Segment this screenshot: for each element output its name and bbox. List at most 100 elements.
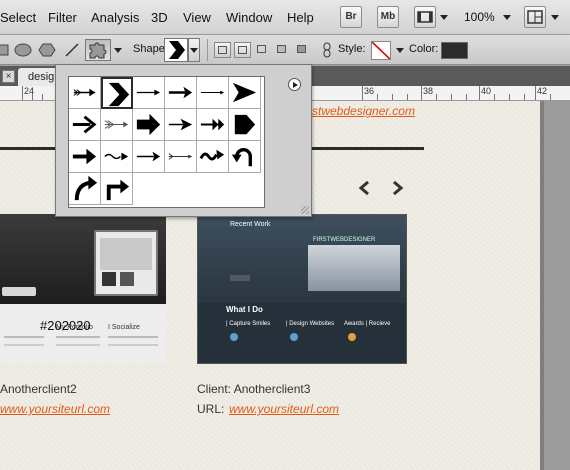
- add-to-shape-button[interactable]: [234, 42, 251, 58]
- stray-text: #202020: [40, 318, 91, 333]
- view-extras-chevron-icon[interactable]: [440, 15, 448, 20]
- intersect-shape-button[interactable]: [274, 42, 291, 58]
- shape-cell[interactable]: [101, 173, 133, 205]
- shape-cell[interactable]: [229, 77, 261, 109]
- polygon-tool-icon[interactable]: [38, 42, 56, 58]
- menu-analysis[interactable]: Analysis: [91, 10, 139, 25]
- text-line: [4, 344, 44, 346]
- shape-cell[interactable]: [69, 141, 101, 173]
- shape-cell[interactable]: [197, 77, 229, 109]
- shape-cell[interactable]: [165, 141, 197, 173]
- client-label: Client: Anotherclient3: [197, 382, 310, 396]
- text-line: [108, 344, 158, 346]
- menu-select[interactable]: Select: [0, 10, 36, 25]
- shape-cell[interactable]: [133, 77, 165, 109]
- shape-cell[interactable]: [197, 109, 229, 141]
- thumb-logo: FIRSTWEBDESIGNER: [313, 237, 376, 243]
- ruler-tick: [550, 94, 551, 100]
- arrow-curve-left-icon: [74, 175, 98, 201]
- mini-bridge-button[interactable]: Mb: [377, 6, 399, 28]
- client-url-link[interactable]: www.yoursiteurl.com: [0, 402, 110, 416]
- shape-cell[interactable]: [69, 109, 101, 141]
- close-tab-icon[interactable]: ×: [2, 70, 15, 83]
- tool-chevron-icon[interactable]: [114, 48, 122, 53]
- next-arrow-icon[interactable]: [390, 180, 406, 196]
- thumb-subheading: What I Do: [226, 305, 263, 314]
- square-icon: [218, 46, 227, 54]
- shape-cell[interactable]: [101, 109, 133, 141]
- style-label: Style:: [338, 43, 366, 55]
- shape-cell[interactable]: [101, 141, 133, 173]
- link-icon[interactable]: [322, 42, 332, 58]
- ellipse-tool-icon[interactable]: [14, 42, 32, 58]
- arrow-pentagon-icon: [234, 114, 256, 135]
- portfolio-thumbnail-2[interactable]: Recent Work FIRSTWEBDESIGNER What I Do |…: [197, 214, 407, 364]
- bridge-label: Br: [345, 11, 357, 22]
- ruler-tick: [407, 94, 408, 100]
- exclude-shape-button[interactable]: [294, 42, 311, 58]
- options-bar: Shape: Style: Color:: [0, 35, 570, 65]
- line-tool-icon[interactable]: [64, 42, 80, 58]
- section-divider: [312, 147, 424, 150]
- style-swatch[interactable]: [371, 41, 391, 60]
- site-url-link[interactable]: stwebdesigner.com: [312, 104, 415, 118]
- menu-view[interactable]: View: [183, 10, 211, 25]
- client-name: Anotherclient3: [233, 382, 311, 396]
- url-label: URL:: [197, 402, 225, 416]
- shape-cell[interactable]: [133, 141, 165, 173]
- prev-arrow-icon[interactable]: [356, 180, 372, 196]
- menu-help[interactable]: Help: [287, 10, 314, 25]
- custom-shape-picker: [55, 64, 312, 217]
- bridge-button[interactable]: Br: [340, 6, 362, 28]
- ruler-number: 42: [537, 86, 548, 96]
- menu-window[interactable]: Window: [226, 10, 272, 25]
- shape-cell[interactable]: [69, 77, 101, 109]
- ruler-tick: [362, 86, 363, 100]
- chevron-shape-icon: [169, 41, 185, 59]
- zoom-level[interactable]: 100%: [464, 10, 495, 24]
- section-divider: [0, 147, 55, 150]
- thumb-text: I Socialize: [108, 324, 140, 331]
- no-style-icon: [372, 42, 390, 59]
- shape-cell[interactable]: [229, 109, 261, 141]
- chevron-icon: [108, 82, 130, 107]
- shape-cell[interactable]: [197, 141, 229, 173]
- resize-handle-icon[interactable]: [301, 206, 309, 214]
- shape-preview[interactable]: [164, 38, 188, 62]
- exclude-icon: [297, 45, 306, 53]
- picker-menu-icon[interactable]: [288, 78, 301, 91]
- custom-shape-tool-button[interactable]: [85, 39, 111, 61]
- shape-cell[interactable]: [133, 109, 165, 141]
- shape-cell[interactable]: [69, 173, 101, 205]
- client-url-link[interactable]: www.yoursiteurl.com: [229, 402, 339, 416]
- zoom-chevron-icon[interactable]: [503, 15, 511, 20]
- arrange-chevron-icon[interactable]: [551, 15, 559, 20]
- portfolio-thumbnail-1[interactable]: My Portfolio I Socialize: [0, 214, 166, 364]
- subtract-shape-button[interactable]: [254, 42, 271, 58]
- color-swatch[interactable]: [441, 42, 468, 59]
- shape-cell[interactable]: [101, 77, 133, 109]
- new-layer-mode-button[interactable]: [214, 42, 231, 58]
- ruler-tick: [377, 94, 378, 100]
- color-label: Color:: [409, 43, 439, 55]
- ruler-tick: [392, 94, 393, 100]
- rectangle-tool-icon[interactable]: [0, 42, 10, 58]
- shape-cell[interactable]: [165, 77, 197, 109]
- thumb-col: | Design Websites: [286, 321, 335, 327]
- style-chevron-icon[interactable]: [396, 48, 404, 53]
- combine-icon: [238, 46, 247, 54]
- shape-cell[interactable]: [229, 141, 261, 173]
- layout-grid-icon: [527, 10, 543, 24]
- view-extras-button[interactable]: [414, 6, 436, 28]
- client-name: Anotherclient2: [0, 382, 77, 396]
- pasteboard: [540, 101, 570, 470]
- subtract-icon: [257, 45, 266, 53]
- menu-3d[interactable]: 3D: [151, 10, 168, 25]
- menu-filter[interactable]: Filter: [48, 10, 77, 25]
- shape-dropdown-button[interactable]: [188, 38, 200, 62]
- arrange-documents-button[interactable]: [524, 6, 546, 28]
- ruler-tick: [32, 94, 33, 100]
- arrow-tapered-icon: [136, 151, 161, 162]
- ruler-tick: [42, 94, 43, 100]
- shape-cell[interactable]: [165, 109, 197, 141]
